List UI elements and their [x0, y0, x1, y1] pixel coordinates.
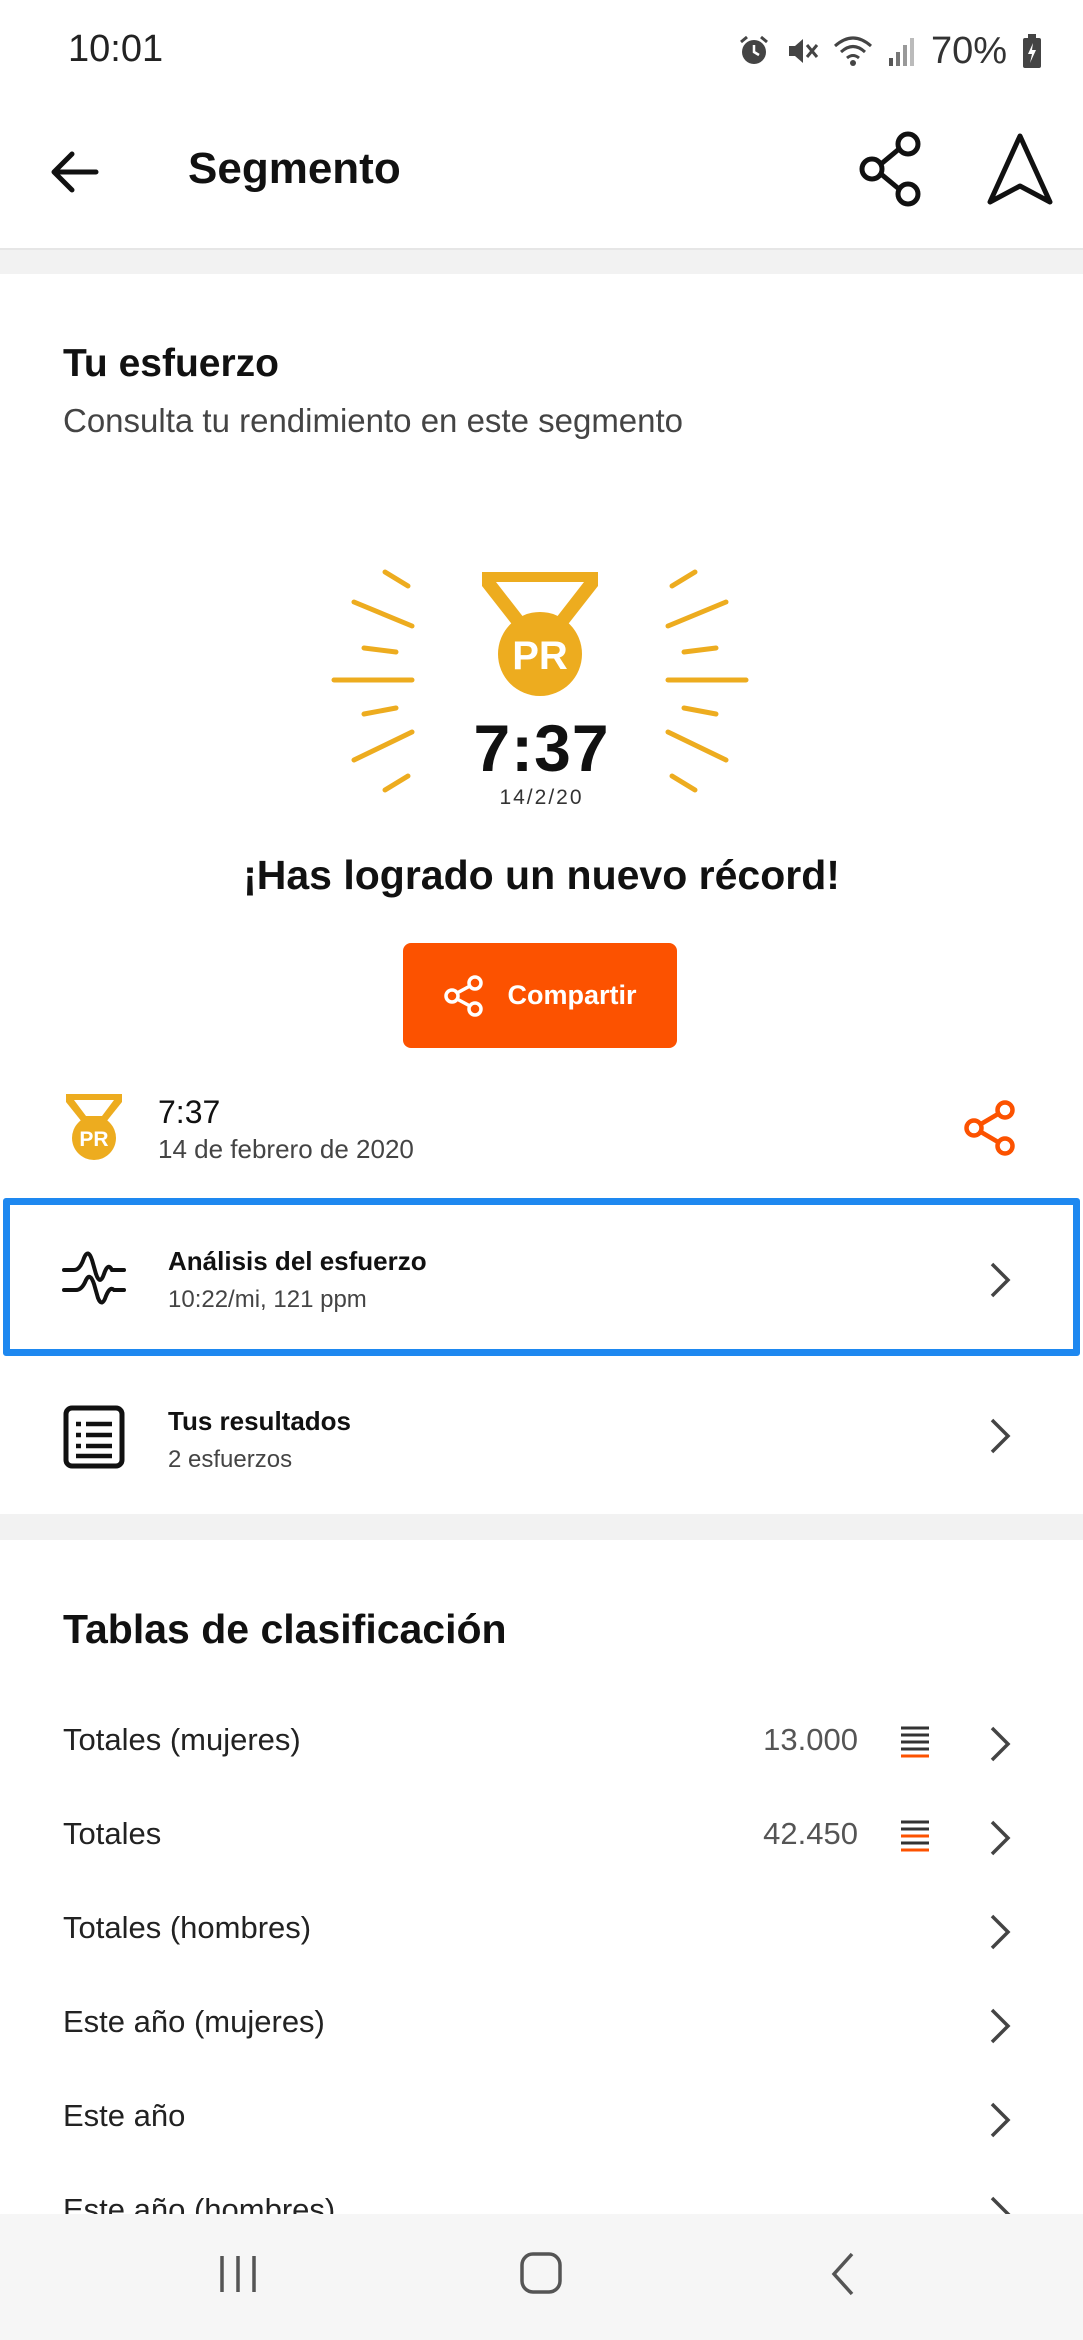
pr-headline: ¡Has logrado un nuevo récord!	[243, 852, 840, 898]
selection-highlight	[3, 1198, 1080, 1356]
leaderboard-label: Este año	[63, 2098, 186, 2133]
page-title: Segmento	[188, 144, 401, 193]
leaderboard-label: Este año (mujeres)	[63, 2004, 325, 2039]
leaderboard-count: 13.000	[763, 1722, 858, 1757]
chevron-right-icon	[990, 1726, 1011, 1762]
leaderboard-count: 42.450	[763, 1816, 858, 1851]
results-list-icon	[63, 1405, 125, 1469]
leaderboard-icon	[901, 1820, 929, 1852]
app-bar: Segmento	[0, 104, 1083, 250]
mute-icon	[788, 39, 819, 63]
battery-percent: 70%	[930, 29, 1007, 72]
home-icon[interactable]	[518, 2250, 564, 2296]
share-icon[interactable]	[856, 130, 926, 208]
effort-section-title: Tu esfuerzo	[63, 342, 279, 385]
share-icon[interactable]	[962, 1100, 1018, 1156]
share-button[interactable]: Compartir	[403, 943, 677, 1048]
chevron-right-icon	[990, 1914, 1011, 1950]
pr-badge-text: PR	[512, 634, 568, 678]
chevron-right-icon	[990, 2008, 1011, 2044]
leaderboard-row[interactable]: Este año (mujeres)	[0, 1978, 1083, 2072]
leaderboard-row[interactable]: Este año	[0, 2072, 1083, 2166]
system-nav-bar	[0, 2214, 1083, 2340]
status-bar: 10:01 70%	[0, 0, 1083, 104]
your-results-title: Tus resultados	[168, 1406, 352, 1436]
back-arrow-icon[interactable]	[44, 140, 108, 204]
pr-row-date: 14 de febrero de 2020	[158, 1134, 414, 1164]
alarm-icon	[739, 35, 768, 64]
leaderboard-row[interactable]: Totales (mujeres) 13.000	[0, 1696, 1083, 1790]
leaderboard-row[interactable]: Totales (hombres)	[0, 1884, 1083, 1978]
signal-icon	[888, 38, 914, 66]
navigate-icon[interactable]	[984, 130, 1056, 210]
effort-section-subtitle: Consulta tu rendimiento en este segmento	[63, 402, 684, 439]
share-icon	[444, 974, 484, 1017]
leaderboard-icon	[901, 1726, 929, 1758]
share-button-label: Compartir	[507, 980, 637, 1010]
your-results-detail: 2 esfuerzos	[168, 1446, 293, 1473]
system-back-icon[interactable]	[828, 2250, 858, 2298]
pr-summary-row: PR 7:37 14 de febrero de 2020	[0, 1080, 1083, 1176]
leaderboard-label: Totales (mujeres)	[63, 1722, 301, 1757]
pr-badge-text: PR	[79, 1128, 108, 1151]
section-divider	[0, 1514, 1083, 1540]
leaderboard-label: Totales (hombres)	[63, 1910, 312, 1945]
chevron-right-icon	[990, 1820, 1011, 1856]
leaderboard-label: Totales	[63, 1816, 162, 1851]
chevron-right-icon	[990, 2102, 1011, 2138]
leaderboard-row[interactable]: Totales 42.450	[0, 1790, 1083, 1884]
status-time: 10:01	[68, 28, 164, 70]
battery-icon	[1023, 34, 1041, 68]
your-results-row[interactable]: Tus resultados 2 esfuerzos	[0, 1360, 1083, 1510]
leaderboards-title: Tablas de clasificación	[63, 1606, 507, 1652]
pr-medal-icon: PR	[66, 1094, 122, 1160]
recent-apps-icon[interactable]	[216, 2252, 260, 2296]
pr-time: 7:37	[473, 711, 610, 785]
pr-date: 14/2/20	[499, 786, 584, 809]
wifi-icon	[833, 36, 872, 66]
section-divider	[0, 250, 1083, 274]
status-icons: 70%	[737, 26, 1043, 76]
chevron-right-icon	[990, 1418, 1011, 1454]
pr-row-time: 7:37	[158, 1094, 221, 1130]
